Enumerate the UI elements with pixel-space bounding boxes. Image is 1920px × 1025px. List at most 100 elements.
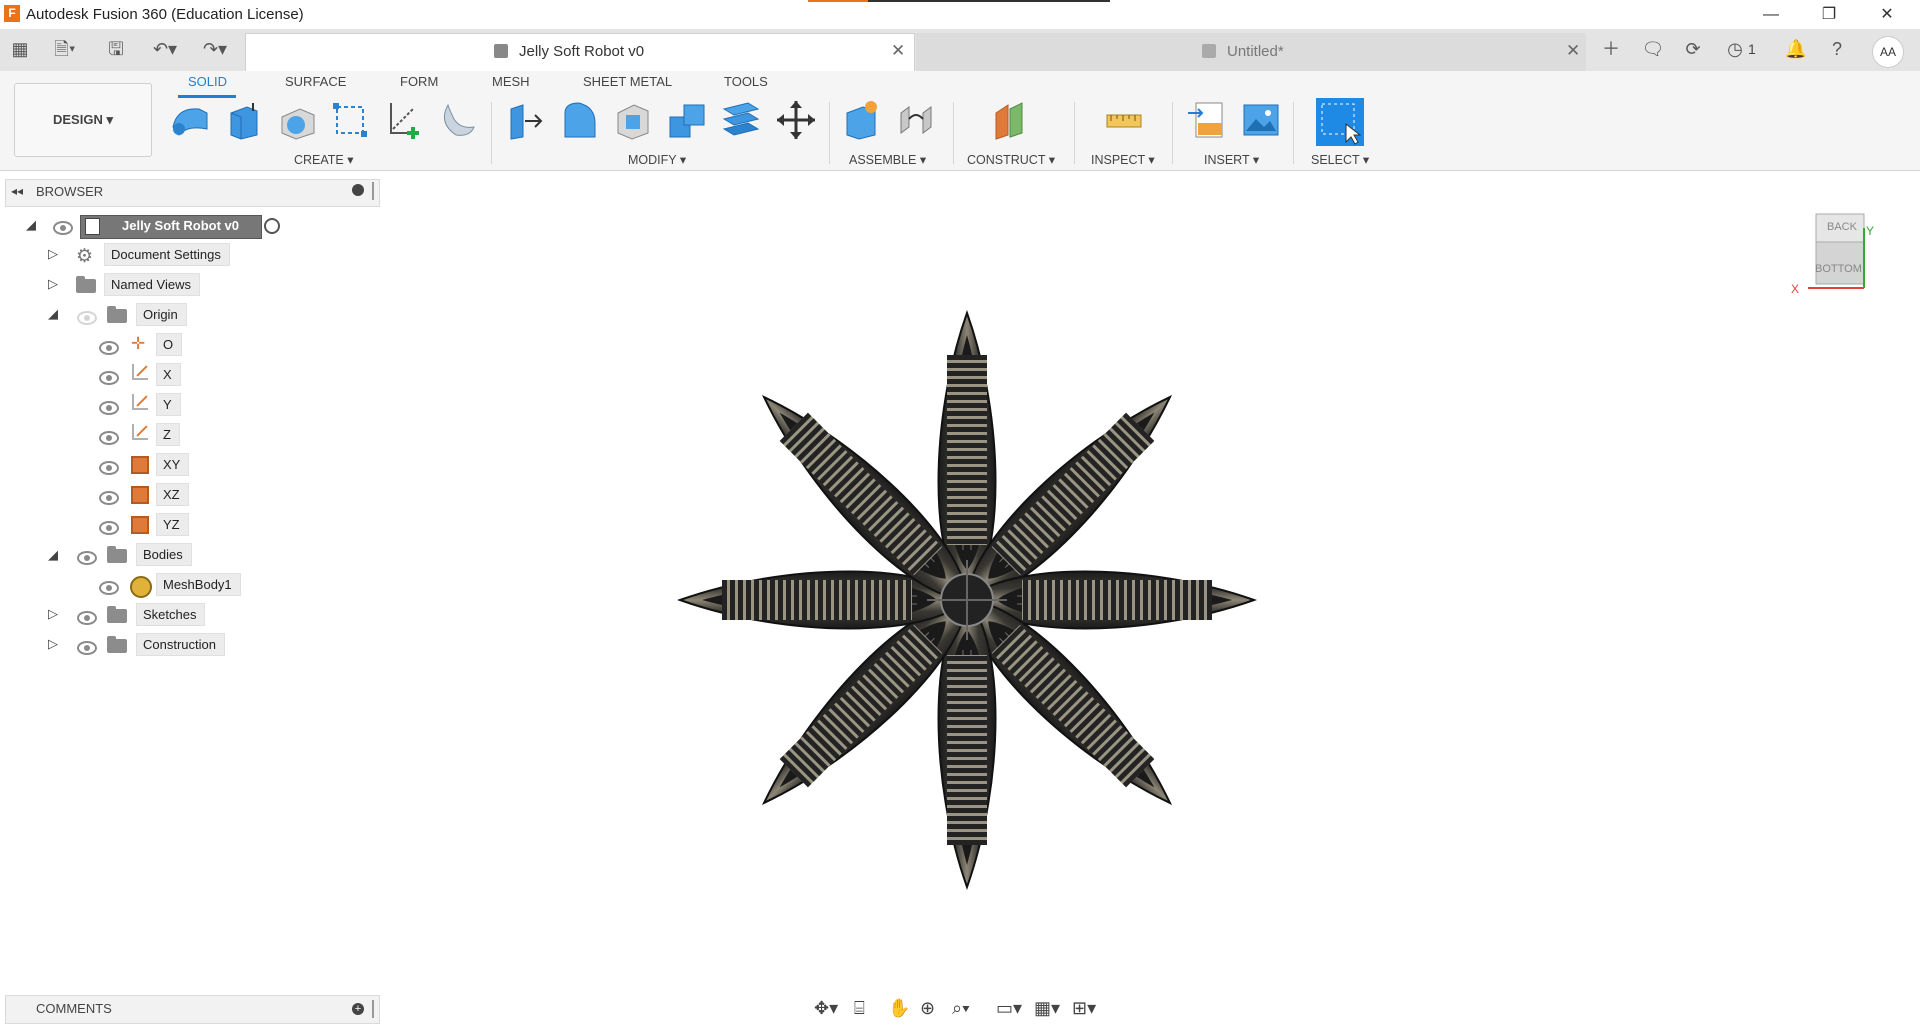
collapse-bodies-icon[interactable]: ◢ xyxy=(48,547,58,563)
panel-resize-handle[interactable] xyxy=(372,1000,374,1018)
redo-icon[interactable]: ↷▾ xyxy=(195,37,235,61)
tab-surface[interactable]: SURFACE xyxy=(285,74,346,89)
press-pull-icon[interactable] xyxy=(505,99,547,141)
viewcube-bottom-label[interactable]: BOTTOM xyxy=(1815,263,1862,275)
visibility-eye-icon[interactable] xyxy=(99,431,119,445)
workspace-switcher-button[interactable]: DESIGN ▾ xyxy=(14,83,152,157)
orbit-icon[interactable]: ✥▾ xyxy=(814,998,838,1019)
tab-solid[interactable]: SOLID xyxy=(188,74,227,89)
joint-icon[interactable] xyxy=(895,99,937,141)
new-tab-icon[interactable]: ＋ xyxy=(1598,37,1624,61)
sync-icon[interactable]: ⟳ xyxy=(1680,37,1706,61)
notifications-icon[interactable]: 🔔 xyxy=(1783,37,1809,61)
modify-menu[interactable]: MODIFY ▾ xyxy=(628,152,686,167)
form-icon[interactable] xyxy=(436,99,478,141)
offset-plane-icon[interactable] xyxy=(990,99,1032,141)
browser-item-axis-x[interactable]: X xyxy=(156,363,181,386)
close-tab-icon[interactable]: ✕ xyxy=(891,41,905,61)
grid-settings-icon[interactable]: ▦▾ xyxy=(1034,998,1060,1019)
panel-resize-handle[interactable] xyxy=(372,182,374,200)
tab-mesh[interactable]: MESH xyxy=(492,74,530,89)
zoom-icon[interactable]: ⊕ xyxy=(920,998,935,1019)
chat-icon[interactable]: 🗨 xyxy=(1640,37,1666,61)
browser-item-axis-y[interactable]: Y xyxy=(156,393,181,416)
add-comment-icon[interactable]: + xyxy=(352,1003,364,1015)
split-body-icon[interactable] xyxy=(720,99,762,141)
visibility-eye-icon[interactable] xyxy=(53,221,73,235)
visibility-eye-icon[interactable] xyxy=(77,551,97,565)
combine-icon[interactable] xyxy=(666,99,708,141)
activate-radio-icon[interactable] xyxy=(264,218,280,234)
tab-tools[interactable]: TOOLS xyxy=(724,74,768,89)
sketch-dimension-icon[interactable] xyxy=(329,99,371,141)
collapse-panel-icon[interactable]: ◂◂ xyxy=(11,184,23,198)
fit-icon[interactable]: ⌕▾ xyxy=(952,998,970,1019)
visibility-eye-icon[interactable] xyxy=(77,641,97,655)
browser-item-plane-yz[interactable]: YZ xyxy=(156,513,189,536)
expand-sketches-icon[interactable]: ▷ xyxy=(48,606,58,622)
browser-minimize-icon[interactable] xyxy=(352,184,364,196)
minimize-button[interactable]: — xyxy=(1742,0,1800,29)
save-icon[interactable]: 🖫 xyxy=(104,37,128,61)
measure-icon[interactable] xyxy=(1103,99,1145,141)
move-copy-icon[interactable] xyxy=(775,99,817,141)
select-menu[interactable]: SELECT ▾ xyxy=(1311,152,1369,167)
insert-svg-icon[interactable] xyxy=(1186,99,1228,141)
3d-viewport[interactable] xyxy=(390,171,1920,991)
browser-item-named-views[interactable]: Named Views xyxy=(104,273,200,296)
browser-item-axis-z[interactable]: Z xyxy=(156,423,180,446)
insert-menu[interactable]: INSERT ▾ xyxy=(1204,152,1259,167)
visibility-eye-icon[interactable] xyxy=(99,521,119,535)
visibility-eye-icon[interactable] xyxy=(99,371,119,385)
assemble-menu[interactable]: ASSEMBLE ▾ xyxy=(849,152,926,167)
new-component-assemble-icon[interactable] xyxy=(841,99,883,141)
browser-item-bodies[interactable]: Bodies xyxy=(136,543,192,566)
close-window-button[interactable]: ✕ xyxy=(1858,0,1916,29)
expand-named-views-icon[interactable]: ▷ xyxy=(48,276,58,292)
browser-item-origin[interactable]: Origin xyxy=(136,303,187,326)
browser-item-origin-o[interactable]: O xyxy=(156,333,183,356)
file-menu-icon[interactable]: 🗎▾ xyxy=(48,37,82,61)
shell-icon[interactable] xyxy=(612,99,654,141)
visibility-eye-icon[interactable] xyxy=(99,401,119,415)
expand-construction-icon[interactable]: ▷ xyxy=(48,636,58,652)
collapse-origin-icon[interactable]: ◢ xyxy=(48,306,58,322)
browser-item-sketches[interactable]: Sketches xyxy=(136,603,206,626)
visibility-eye-icon[interactable] xyxy=(99,461,119,475)
help-icon[interactable]: ? xyxy=(1824,37,1850,61)
tab-form[interactable]: FORM xyxy=(400,74,438,89)
fillet-icon[interactable] xyxy=(559,99,601,141)
browser-item-construction[interactable]: Construction xyxy=(136,633,225,656)
create-menu[interactable]: CREATE ▾ xyxy=(294,152,354,167)
look-at-icon[interactable]: ⌸ xyxy=(854,998,865,1019)
revolve-icon[interactable] xyxy=(276,99,318,141)
inspect-menu[interactable]: INSPECT ▾ xyxy=(1091,152,1155,167)
close-tab-icon[interactable]: ✕ xyxy=(1566,41,1580,61)
visibility-eye-icon[interactable] xyxy=(99,581,119,595)
construct-menu[interactable]: CONSTRUCT ▾ xyxy=(967,152,1055,167)
collapse-root-icon[interactable]: ◢ xyxy=(26,217,36,233)
user-avatar[interactable]: AA xyxy=(1872,36,1904,68)
visibility-eye-icon[interactable] xyxy=(99,341,119,355)
viewports-icon[interactable]: ⊞▾ xyxy=(1072,998,1096,1019)
create-sketch-icon[interactable] xyxy=(383,99,425,141)
tab-sheet-metal[interactable]: SHEET METAL xyxy=(583,74,672,89)
browser-item-document-settings[interactable]: Document Settings xyxy=(104,243,230,266)
extrude-icon[interactable] xyxy=(223,99,265,141)
select-icon[interactable] xyxy=(1316,98,1364,146)
viewcube-back-label[interactable]: BACK xyxy=(1827,221,1857,233)
restore-button[interactable]: ❐ xyxy=(1800,0,1858,29)
display-settings-icon[interactable]: ▭▾ xyxy=(996,998,1022,1019)
apps-grid-icon[interactable]: ▦ xyxy=(8,37,32,61)
undo-icon[interactable]: ↶▾ xyxy=(145,37,185,61)
visibility-eye-icon[interactable] xyxy=(77,611,97,625)
browser-item-plane-xz[interactable]: XZ xyxy=(156,483,189,506)
hidden-eye-icon[interactable] xyxy=(77,311,97,325)
visibility-eye-icon[interactable] xyxy=(99,491,119,505)
browser-item-meshbody1[interactable]: MeshBody1 xyxy=(156,573,241,596)
pan-hand-icon[interactable]: ✋ xyxy=(888,998,910,1019)
job-status-icon[interactable]: ◷ xyxy=(1722,37,1748,61)
browser-item-plane-xy[interactable]: XY xyxy=(156,453,190,476)
expand-document-settings-icon[interactable]: ▷ xyxy=(48,246,58,262)
new-component-icon[interactable] xyxy=(169,99,211,141)
